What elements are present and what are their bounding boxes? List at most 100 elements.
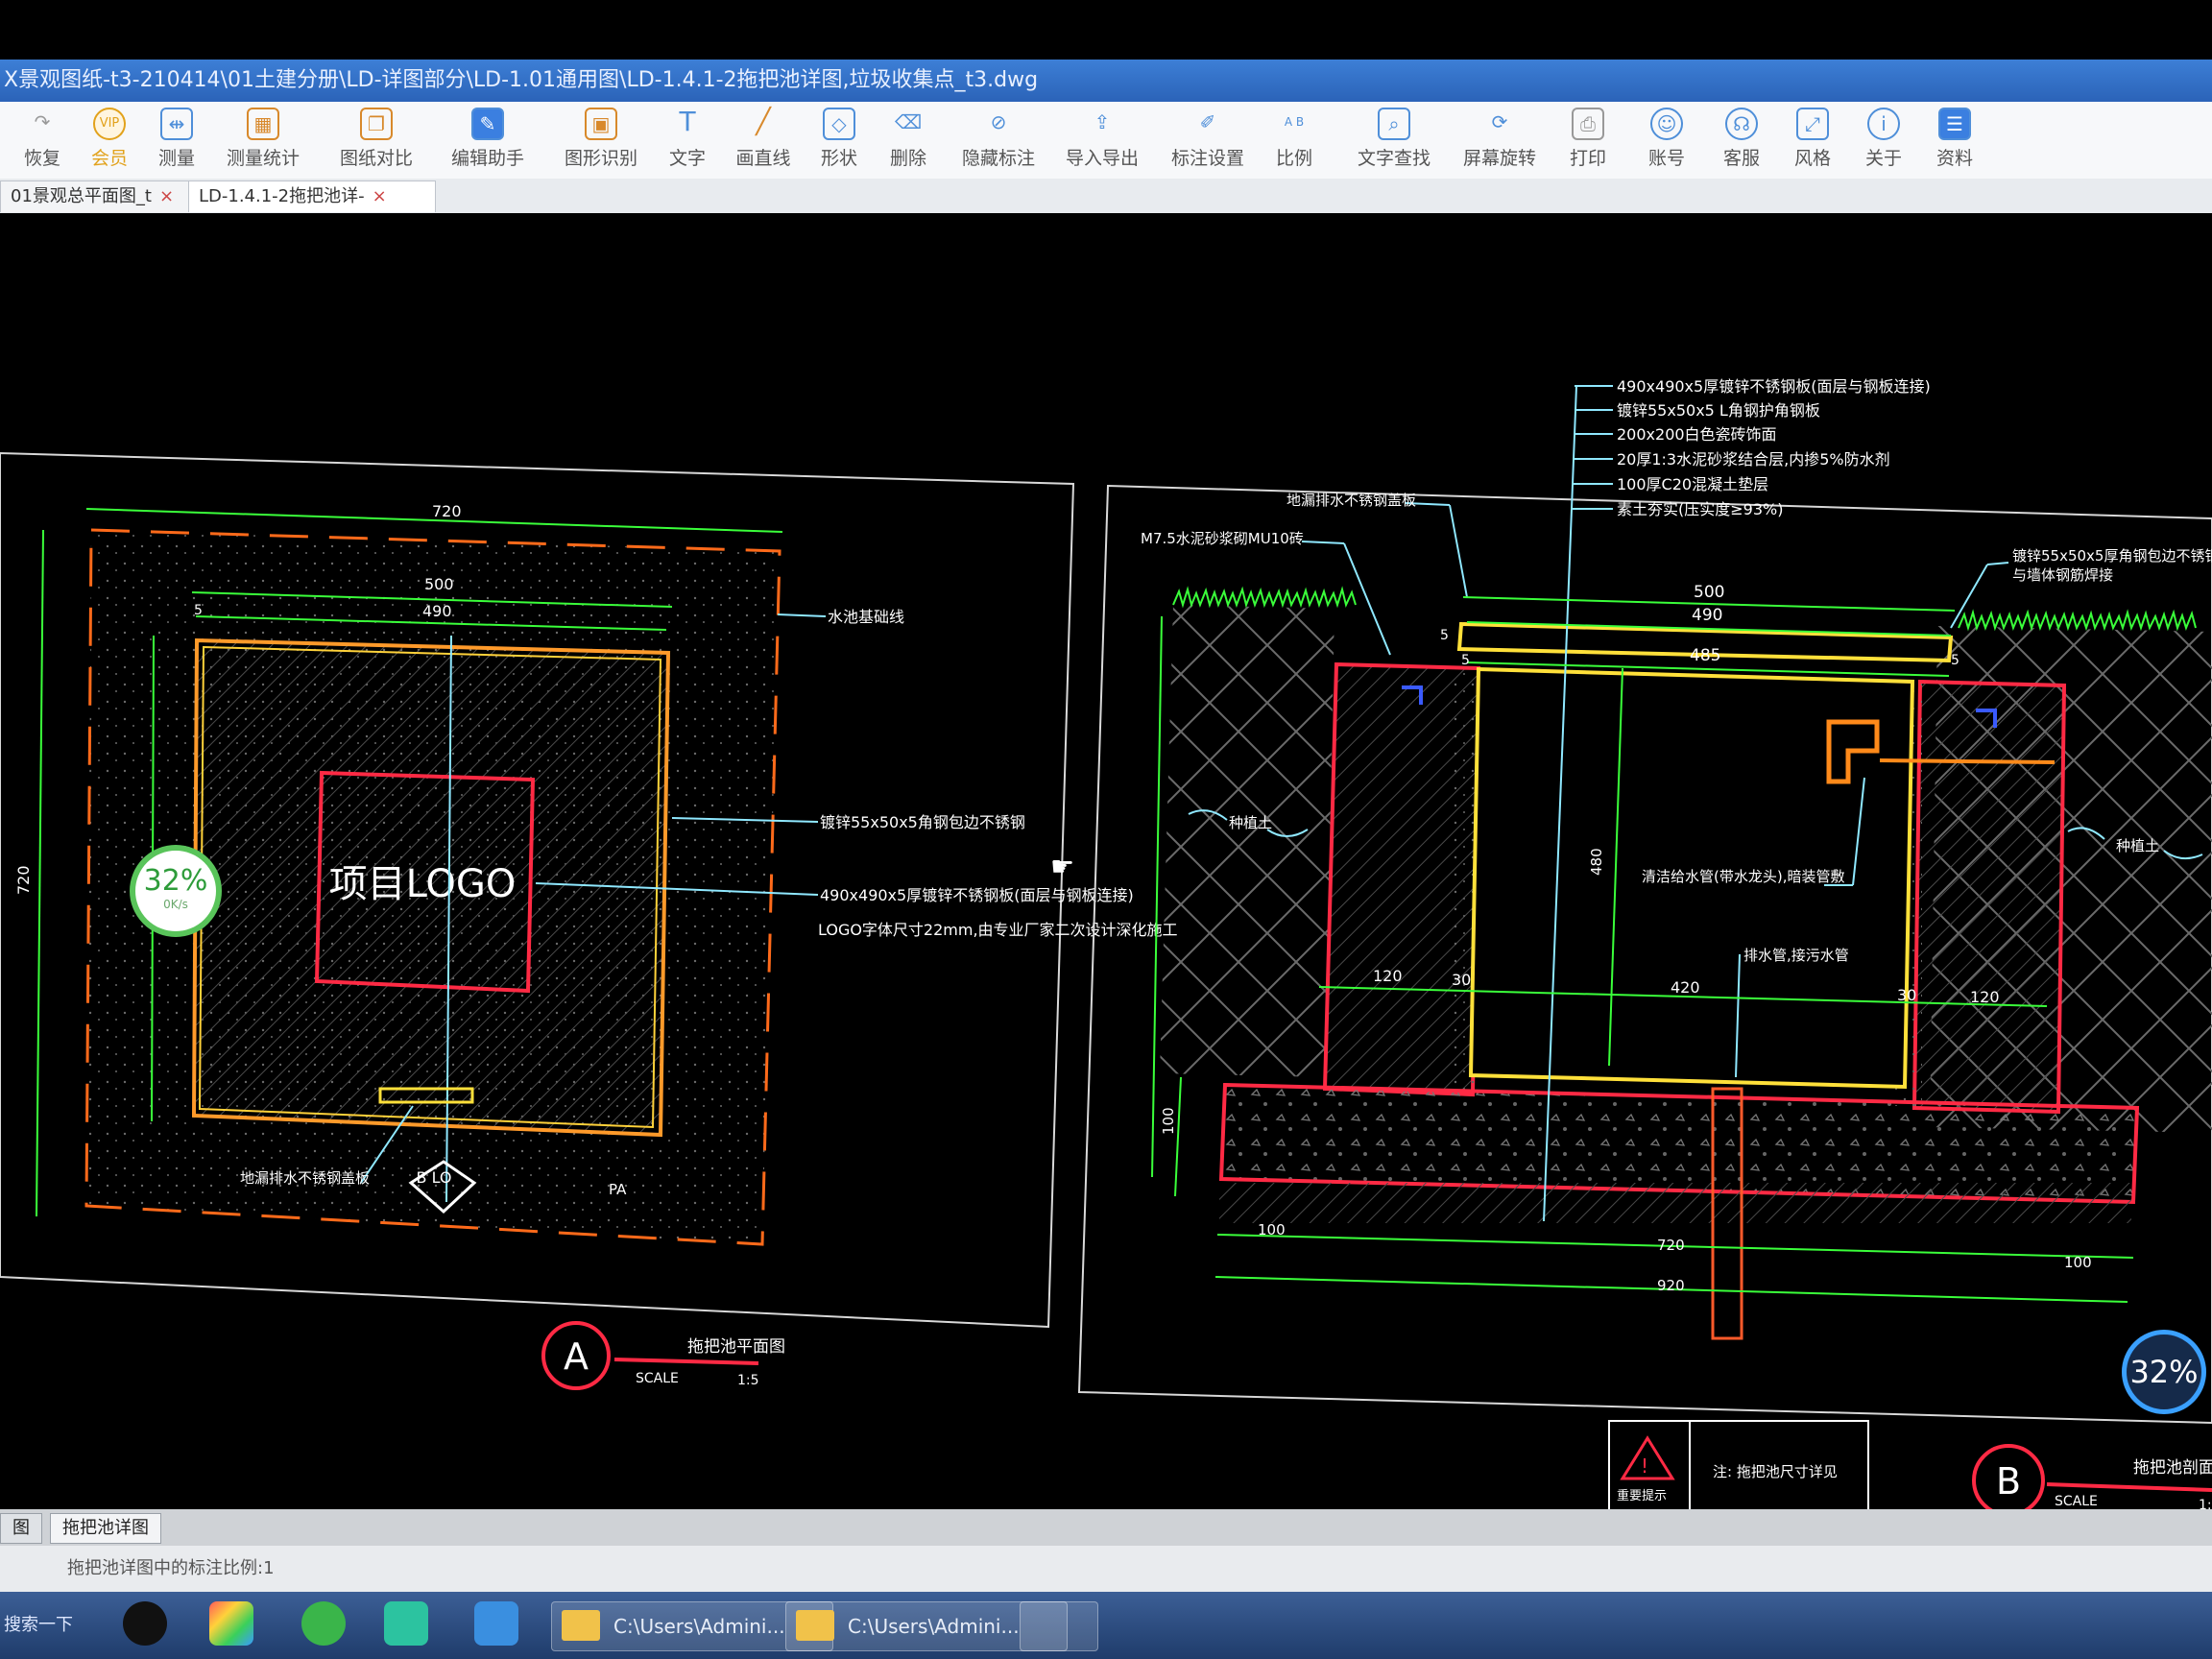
delete-button[interactable]: ⌫ 删除 [881, 102, 935, 179]
section-note-brick: M7.5水泥砂浆砌MU10砖 [1141, 530, 1304, 547]
close-icon[interactable]: × [159, 186, 174, 206]
status-text: 拖把池详图中的标注比例:1 [67, 1558, 275, 1578]
caption-a-scale-value: 1:5 [737, 1373, 759, 1388]
taskbar: 搜索一下 C:\Users\Admini... C:\Users\Admini.… [0, 1592, 2212, 1659]
resources-button[interactable]: ☰ 资料 [1928, 102, 1982, 179]
layout-tab-detail[interactable]: 拖把池详图 [50, 1513, 161, 1544]
text-button[interactable]: T 文字 [662, 102, 712, 179]
account-button[interactable]: ☺ 账号 [1640, 102, 1694, 179]
sec-dim-500: 500 [1694, 583, 1724, 602]
file-manager-icon[interactable] [474, 1601, 518, 1646]
dim-720-vertical: 720 [14, 865, 33, 895]
annotation-settings-button[interactable]: ✐ 标注设置 [1162, 102, 1254, 179]
caption-underline [613, 1358, 759, 1365]
drawing-canvas[interactable]: 项目LOGO B LO 720 500 490 5 720 水池基础线 镀锌55… [0, 213, 2212, 1509]
dim-720: 720 [432, 502, 462, 520]
qq-icon[interactable] [123, 1601, 167, 1646]
leader-line [1343, 542, 1391, 656]
logo-text: 项目LOGO [329, 862, 517, 906]
shape-recognition-button[interactable]: ▣ 图形识别 [555, 102, 647, 179]
search-button[interactable]: 搜索一下 [0, 1601, 81, 1649]
layer-note-3: 200x200白色瓷砖饰面 [1617, 425, 1777, 444]
window-title-bar: X景观图纸-t3-210414\01土建分册\LD-详图部分\LD-1.01通用… [0, 60, 2212, 102]
plan-note-foundation: 水池基础线 [828, 608, 904, 626]
browser-icon[interactable] [301, 1601, 346, 1646]
measure-stats-button[interactable]: ▦ 测量统计 [217, 102, 309, 179]
sec-dim-30-right: 30 [1897, 986, 1916, 1004]
layout-tab-model[interactable]: 图 [0, 1513, 42, 1544]
inner-note-water: 清洁给水管(带水龙头),暗装管敷 [1642, 868, 1844, 885]
text-search-button[interactable]: ⌕ 文字查找 [1348, 102, 1440, 179]
caption-a-title: 拖把池平面图 [687, 1337, 785, 1357]
sec-dim-485: 485 [1690, 646, 1720, 665]
sec-dim-480: 480 [1588, 848, 1605, 876]
sec-dim-120-left: 120 [1373, 967, 1403, 985]
legend-warning-label: 重要提示 [1617, 1488, 1667, 1503]
sec-dim-5c: 5 [1951, 653, 1960, 668]
speed-percent: 32% [143, 864, 208, 898]
media-player-icon[interactable] [384, 1601, 428, 1646]
redo-icon: ↷ [34, 110, 51, 133]
caption-b-scale-value: 1: [2199, 1498, 2212, 1509]
tab-site-plan[interactable]: 01景观总平面图_t × [0, 180, 190, 212]
sec-dim-720: 720 [1657, 1237, 1685, 1254]
measure-icon: ⇹ [160, 108, 193, 140]
redo-button[interactable]: ↷ 恢复 [13, 102, 71, 179]
vip-icon: VIP [93, 108, 126, 140]
speed-percent-right: 32% [2129, 1354, 2199, 1390]
about-icon: i [1867, 108, 1900, 140]
label-planting-right: 种植土 [2116, 837, 2159, 854]
dim-5: 5 [194, 603, 203, 618]
print-button[interactable]: ⎙ 打印 [1561, 102, 1615, 179]
label-planting-left: 种植土 [1229, 814, 1272, 831]
caption-b-letter: B [1996, 1460, 2021, 1503]
edit-assistant-icon: ✎ [471, 108, 504, 140]
app-store-icon[interactable] [209, 1601, 253, 1646]
layout-tab-bar: 图 拖把池详图 [0, 1509, 2212, 1546]
network-speed-widget[interactable]: 32% 0K/s [130, 845, 222, 937]
folder-icon [562, 1610, 600, 1641]
style-button[interactable]: ⤢ 风格 [1786, 102, 1839, 179]
shape-recognition-icon: ▣ [585, 108, 617, 140]
plan-note-angle: 镀锌55x50x5角钢包边不锈钢 [820, 813, 1025, 831]
shape-button[interactable]: ◇ 形状 [812, 102, 866, 179]
plan-pa-label: PA [609, 1181, 627, 1198]
network-speed-widget-right[interactable]: 32% [2122, 1330, 2206, 1414]
dim-line-left-total [1151, 615, 1163, 1178]
line-button[interactable]: ╱ 画直线 [732, 102, 795, 179]
text-icon: T [679, 106, 696, 137]
folder-icon [796, 1610, 834, 1641]
taskbar-cad-viewer[interactable] [1020, 1601, 1098, 1651]
about-button[interactable]: i 关于 [1857, 102, 1911, 179]
measure-button[interactable]: ⇹ 测量 [148, 102, 205, 179]
sec-dim-5a: 5 [1440, 628, 1449, 643]
layer-note-4: 20厚1:3水泥砂浆结合层,内掺5%防水剂 [1617, 450, 1890, 469]
toolbar: ↷ 恢复 VIP 会员 ⇹ 测量 ▦ 测量统计 ❐ 图纸对比 ✎ 编辑助手 ▣ … [0, 102, 2212, 180]
import-export-icon: ⇪ [1094, 110, 1111, 133]
hand-cursor-icon: ☛ [1050, 851, 1074, 882]
status-bar: 拖把池详图中的标注比例:1 [0, 1546, 2212, 1592]
support-button[interactable]: ☊ 客服 [1715, 102, 1768, 179]
speed-rate: 0K/s [163, 898, 188, 911]
close-icon[interactable]: × [373, 186, 387, 206]
sec-dim-100-right: 100 [2064, 1254, 2092, 1271]
section-marker-label: B LO [417, 1168, 452, 1187]
caption-a-scale-label: SCALE [636, 1371, 679, 1386]
hide-annotation-button[interactable]: ⊘ 隐藏标注 [952, 102, 1045, 179]
sec-dim-100-left: 100 [1258, 1221, 1286, 1238]
grass-right [1958, 609, 2197, 632]
scale-button[interactable]: A B 比例 [1267, 102, 1321, 179]
vip-button[interactable]: VIP 会员 [81, 102, 138, 179]
caption-underline [2046, 1482, 2212, 1492]
tab-mop-sink-detail[interactable]: LD-1.4.1-2拖把池详- × [188, 180, 436, 212]
caption-b-scale-label: SCALE [2055, 1494, 2098, 1509]
base-gravel [1219, 1183, 2131, 1223]
compare-button[interactable]: ❐ 图纸对比 [330, 102, 422, 179]
brick-wall-right [1911, 679, 2067, 1115]
edit-assistant-button[interactable]: ✎ 编辑助手 [442, 102, 534, 179]
import-export-button[interactable]: ⇪ 导入导出 [1056, 102, 1148, 179]
plan-note-plate: 490x490x5厚镀锌不锈钢板(面层与钢板连接) [820, 886, 1134, 904]
rotate-screen-button[interactable]: ⟳ 屏幕旋转 [1454, 102, 1546, 179]
section-note-weld: 与墙体钢筋焊接 [2012, 566, 2113, 584]
annotation-settings-icon: ✐ [1199, 110, 1216, 133]
